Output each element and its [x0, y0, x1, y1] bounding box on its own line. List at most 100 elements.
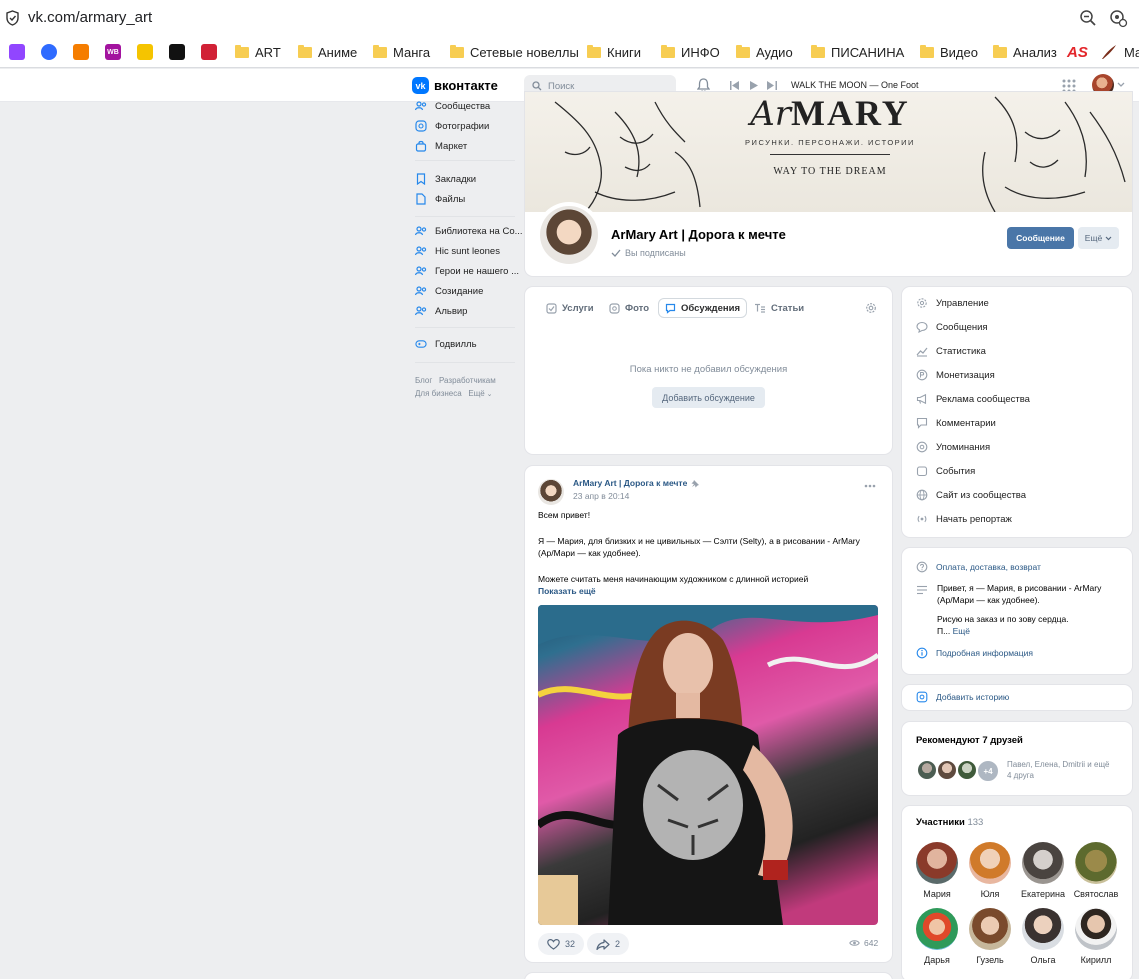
footer-link-developers[interactable]: Разработчикам [439, 376, 496, 385]
blogger-icon[interactable] [73, 44, 89, 60]
shield-icon[interactable] [5, 10, 20, 26]
bookmark-info[interactable]: ИНФО [661, 36, 720, 68]
bookmark-analysis[interactable]: Анализ [993, 36, 1057, 68]
vk-logo[interactable]: vk вконтакте [412, 77, 498, 94]
wildberries-icon[interactable]: WB [105, 44, 121, 60]
bookmark-red-icon[interactable] [201, 44, 217, 60]
url-text[interactable]: vk.com/armary_art [28, 9, 152, 26]
footer-link-business[interactable]: Для бизнеса [415, 389, 462, 398]
people-icon [415, 305, 427, 317]
menu-statistics[interactable]: Статистика [916, 343, 986, 359]
show-more-link[interactable]: Показать ещё [538, 585, 883, 598]
group-avatar[interactable] [536, 202, 602, 268]
member-7[interactable]: Ольга [1018, 908, 1068, 965]
detailed-info-link[interactable]: Подробная информация [916, 647, 1033, 659]
menu-live[interactable]: Начать репортаж [916, 511, 1012, 527]
folder-icon [736, 44, 750, 58]
menu-site[interactable]: Сайт из сообщества [916, 487, 1026, 503]
nav-photos[interactable]: Фотографии [415, 117, 489, 135]
nav-group-2[interactable]: Hic sunt leones [415, 242, 500, 260]
miro-icon[interactable] [137, 44, 153, 60]
bookmark-video[interactable]: Видео [920, 36, 978, 68]
nav-bookmarks[interactable]: Закладки [415, 170, 476, 188]
like-button[interactable]: 32 [538, 933, 585, 955]
notion-icon[interactable] [169, 44, 185, 60]
zoom-icon[interactable] [1079, 9, 1097, 27]
member-2[interactable]: Юля [965, 842, 1015, 899]
nav-group-4[interactable]: Созидание [415, 282, 483, 300]
member-1[interactable]: Мария [912, 842, 962, 899]
post-date[interactable]: 23 апр в 20:14 [573, 491, 629, 501]
tab-discussions[interactable]: Обсуждения [658, 298, 747, 318]
nav-market[interactable]: Маркет [415, 137, 467, 155]
more-button[interactable]: Ещё [1078, 227, 1119, 249]
tabs-settings-gear-icon[interactable] [865, 302, 877, 314]
subscription-status[interactable]: Вы подписаны [611, 248, 686, 258]
bookmark-writing[interactable]: ПИСАНИНА [811, 36, 904, 68]
nav-group-3[interactable]: Герои не нашего ... [415, 262, 519, 280]
bell-icon[interactable] [697, 78, 710, 93]
shopping-bag-icon [415, 140, 427, 152]
empty-discussions-text: Пока никто не добавил обсуждения [629, 364, 788, 375]
apps-grid-icon[interactable] [1062, 79, 1076, 93]
menu-ads[interactable]: Реклама сообщества [916, 391, 1030, 407]
play-icon[interactable] [750, 81, 758, 90]
bookmark-as[interactable]: AS [1067, 36, 1088, 68]
prev-track-icon[interactable] [730, 81, 740, 90]
friend-avatar-1[interactable] [916, 759, 938, 781]
bookmark-anime[interactable]: Аниме [298, 36, 357, 68]
tracking-prevention-icon[interactable] [1108, 8, 1128, 28]
message-button[interactable]: Сообщение [1007, 227, 1074, 249]
now-playing[interactable]: WALK THE MOON — One Foot [791, 80, 919, 90]
menu-comments[interactable]: Комментарии [916, 415, 996, 431]
megaphone-icon [916, 393, 927, 405]
nav-files[interactable]: Файлы [415, 190, 465, 208]
tab-articles[interactable]: Статьи [754, 298, 804, 318]
post-photo[interactable] [538, 605, 878, 925]
nav-communities[interactable]: Сообщества [415, 97, 490, 115]
canva-icon[interactable] [41, 44, 57, 60]
post-author-avatar[interactable] [538, 479, 564, 505]
friend-avatar-3[interactable] [956, 759, 978, 781]
bookmark-novels[interactable]: Сетевые новеллы [450, 36, 579, 68]
add-discussion-button[interactable]: Добавить обсуждение [652, 387, 765, 408]
footer-link-blog[interactable]: Блог [415, 376, 432, 385]
member-6[interactable]: Гузель [965, 908, 1015, 965]
member-3[interactable]: Екатерина [1018, 842, 1068, 899]
bookmark-audio[interactable]: Аудио [736, 36, 793, 68]
member-8[interactable]: Кирилл [1071, 908, 1121, 965]
nav-group-5[interactable]: Альвир [415, 302, 467, 320]
member-4[interactable]: Святослав [1071, 842, 1121, 899]
footer-link-more[interactable]: Ещё [468, 389, 484, 398]
people-icon [415, 285, 427, 297]
menu-manage[interactable]: Управление [916, 295, 989, 311]
menu-mentions[interactable]: Упоминания [916, 439, 990, 455]
tab-services[interactable]: Услуги [546, 298, 594, 318]
twitch-icon[interactable] [9, 44, 25, 60]
payment-info-link[interactable]: Оплата, доставка, возврат [916, 561, 1041, 573]
bookmark-books[interactable]: Книги [587, 36, 641, 68]
tab-photo[interactable]: Фото [609, 298, 649, 318]
post-author[interactable]: ArMary Art | Дорога к мечте [573, 478, 700, 488]
description-lines-icon [916, 585, 928, 595]
photo-icon [415, 120, 427, 132]
member-5[interactable]: Дарья [912, 908, 962, 965]
chevron-down-icon[interactable] [1117, 82, 1125, 88]
add-story-button[interactable]: Добавить историю [916, 691, 1009, 703]
next-track-icon[interactable] [767, 81, 777, 90]
menu-messages[interactable]: Сообщения [916, 319, 988, 335]
bookmark-quill[interactable]: Ma [1100, 36, 1139, 68]
nav-app-godville[interactable]: Годвилль [415, 335, 477, 353]
member-avatar [1075, 908, 1117, 950]
nav-group-1[interactable]: Библиотека на Со... [415, 222, 523, 240]
share-button[interactable]: 2 [587, 933, 630, 955]
bookmark-manga[interactable]: Манга [373, 36, 430, 68]
menu-monetization[interactable]: Монетизация [916, 367, 995, 383]
description-more-link[interactable]: Ещё [953, 626, 970, 636]
friend-avatar-2[interactable] [936, 759, 958, 781]
members-title[interactable]: Участники 133 [916, 817, 983, 828]
more-friends-badge[interactable]: +4 [976, 759, 1000, 783]
menu-events[interactable]: События [916, 463, 975, 479]
bookmark-art[interactable]: ART [235, 36, 281, 68]
post-menu-dots-icon[interactable] [864, 484, 876, 488]
